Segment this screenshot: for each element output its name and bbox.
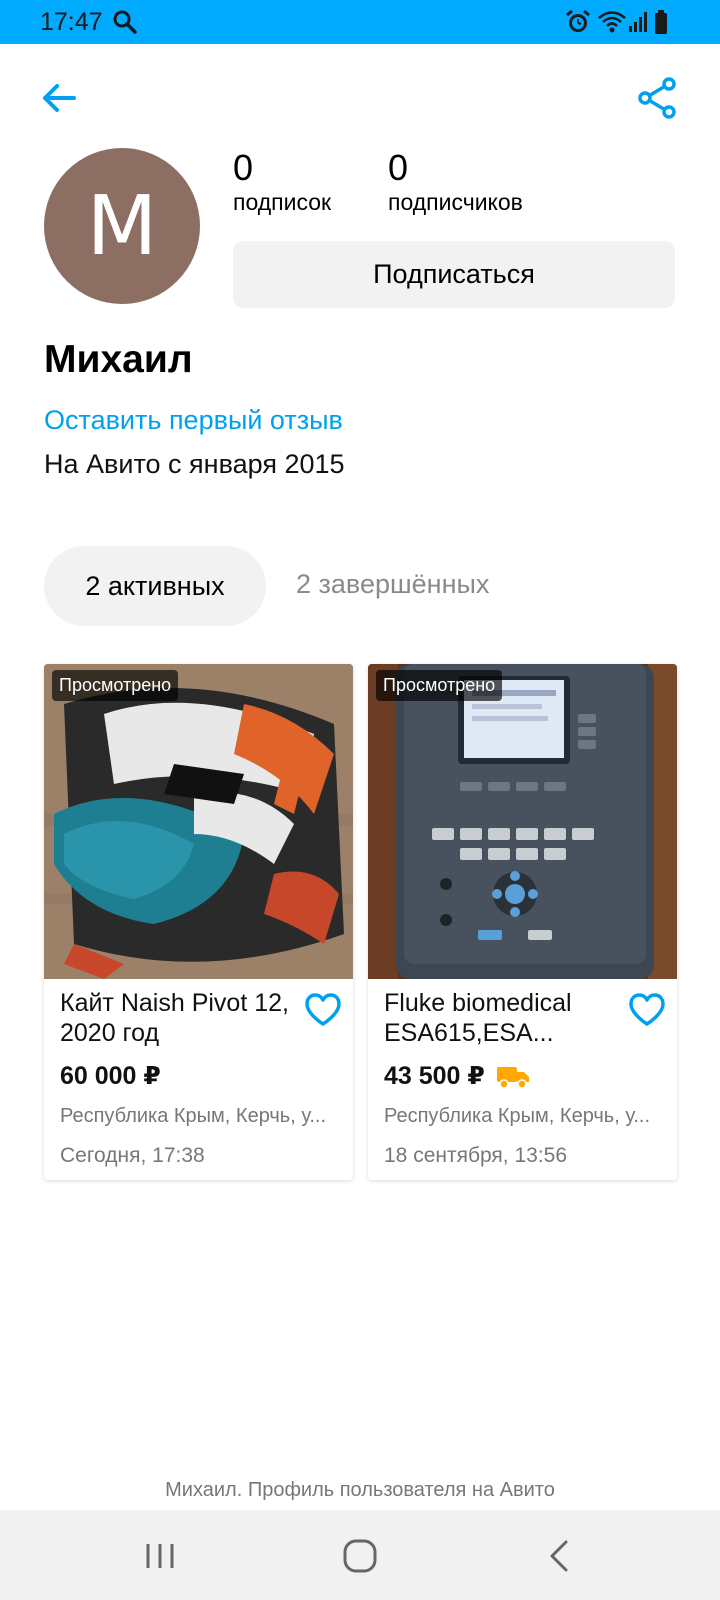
listing-address: Республика Крым, Керчь, у... — [60, 1105, 326, 1127]
listing-card[interactable]: Просмотрено Fluke biomedical ESA615,ESA.… — [368, 664, 677, 1180]
listing-date: Сегодня, 17:38 — [60, 1144, 205, 1167]
listing-title[interactable]: Fluke biomedical ESA615,ESA... — [384, 988, 614, 1048]
avatar-letter: M — [86, 178, 158, 274]
share-button[interactable] — [636, 76, 680, 120]
viewed-badge: Просмотрено — [52, 670, 179, 701]
heart-icon — [629, 993, 665, 1026]
back-icon — [550, 1540, 568, 1572]
listing-price: 43 500 ₽ — [384, 1062, 485, 1090]
heart-icon — [305, 993, 341, 1026]
home-icon — [343, 1539, 377, 1573]
wifi-icon — [597, 10, 627, 39]
delivery-truck-icon — [496, 1064, 530, 1090]
tab-active-listings[interactable]: 2 активных — [44, 546, 266, 626]
status-time: 17:47 — [40, 8, 103, 36]
listing-card[interactable]: Просмотрено Кайт Naish Pivot 12, 2020 го… — [44, 664, 353, 1180]
followers-count: 0 — [388, 147, 409, 188]
viewed-badge: Просмотрено — [376, 670, 503, 701]
listing-photo[interactable]: Просмотрено — [368, 664, 677, 979]
subscribe-button[interactable]: Подписаться — [233, 241, 675, 308]
listing-photo[interactable]: Просмотрено — [44, 664, 353, 979]
toolbar — [0, 44, 720, 144]
subscriptions-label: подписок — [233, 189, 332, 215]
recents-button[interactable] — [136, 1532, 184, 1580]
leave-review-link[interactable]: Оставить первый отзыв — [44, 405, 343, 436]
arrow-left-icon — [43, 84, 76, 112]
followers-stat[interactable]: 0 подписчиков — [388, 148, 523, 216]
listing-title[interactable]: Кайт Naish Pivot 12, 2020 год — [60, 988, 290, 1048]
listing-date: 18 сентября, 13:56 — [384, 1144, 568, 1167]
system-back-button[interactable] — [536, 1532, 584, 1580]
subscriptions-stat[interactable]: 0 подписок — [233, 148, 331, 216]
favorite-button[interactable] — [304, 992, 342, 1028]
followers-label: подписчиков — [388, 189, 523, 215]
favorite-button[interactable] — [628, 992, 666, 1028]
recents-icon — [146, 1544, 174, 1568]
user-name: Михаил — [44, 338, 193, 381]
tab-completed-listings[interactable]: 2 завершённых — [296, 569, 489, 600]
home-button[interactable] — [336, 1532, 384, 1580]
listing-address: Республика Крым, Керчь, у... — [384, 1105, 650, 1127]
member-since: На Авито с января 2015 — [44, 449, 345, 479]
signal-icon — [628, 10, 648, 39]
avatar: M — [44, 148, 200, 304]
system-nav-bar — [0, 1510, 720, 1600]
listing-price: 60 000 ₽ — [60, 1062, 161, 1090]
share-icon — [638, 77, 676, 119]
search-icon — [112, 9, 138, 40]
back-button[interactable] — [38, 76, 82, 120]
page-caption: Михаил. Профиль пользователя на Авито — [165, 1479, 555, 1501]
status-bar: 17:47 — [0, 0, 720, 44]
subscriptions-count: 0 — [233, 147, 254, 188]
battery-icon — [654, 9, 668, 40]
alarm-icon — [565, 9, 591, 40]
